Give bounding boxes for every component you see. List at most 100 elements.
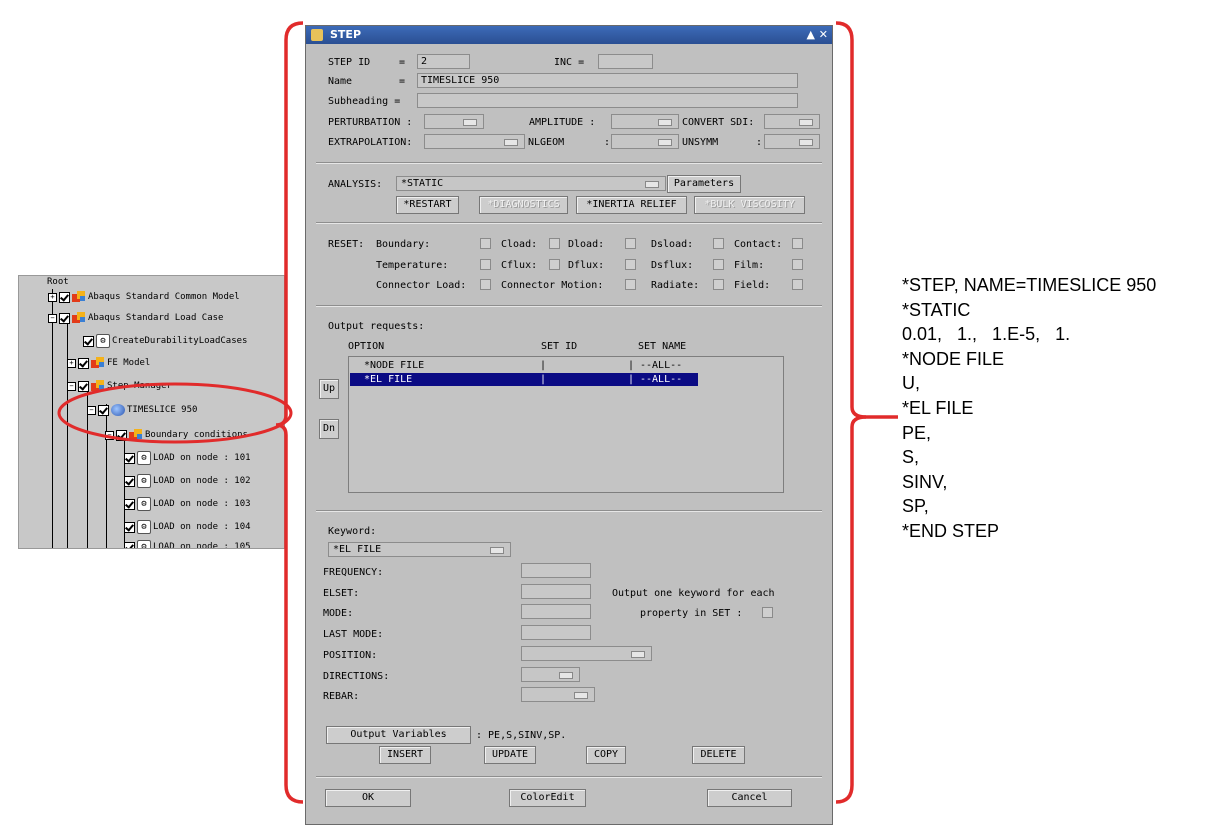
name-field[interactable]: TIMESLICE 950: [417, 73, 798, 88]
diagnostics-button[interactable]: *DIAGNOSTICS: [479, 196, 568, 214]
analysis-select[interactable]: *STATIC: [396, 176, 666, 191]
position-select[interactable]: [521, 646, 652, 661]
tree-item-load-102[interactable]: ⚙ LOAD on node : 102: [124, 473, 251, 489]
reset-film-checkbox[interactable]: [792, 259, 803, 270]
divider: [316, 305, 822, 307]
model-cube-icon: [91, 357, 105, 369]
unsymm-select[interactable]: [764, 134, 820, 149]
reset-radiate-checkbox[interactable]: [713, 279, 724, 290]
checkbox-checked-icon[interactable]: [124, 452, 135, 464]
parameters-button[interactable]: Parameters: [667, 175, 741, 193]
reset-dflux-checkbox[interactable]: [625, 259, 636, 270]
analysis-label: ANALYSIS:: [328, 179, 383, 190]
reset-dsflux-checkbox[interactable]: [713, 259, 724, 270]
move-down-button[interactable]: Dn: [319, 419, 339, 439]
title-bar[interactable]: STEP ▲ ✕: [306, 26, 832, 44]
mode-field[interactable]: [521, 604, 591, 619]
equals-sign: =: [399, 57, 406, 68]
reset-temperature-label: Temperature:: [376, 260, 449, 271]
inertia-relief-button[interactable]: *INERTIA RELIEF: [576, 196, 687, 214]
column-set-name: SET NAME: [638, 341, 687, 352]
tree-item-load-104[interactable]: ⚙ LOAD on node : 104: [124, 519, 251, 535]
perturbation-select[interactable]: [424, 114, 484, 129]
model-cube-icon: [72, 291, 86, 303]
tree-item-create-durability[interactable]: ⚙ CreateDurabilityLoadCases: [83, 333, 247, 349]
checkbox-checked-icon[interactable]: [124, 498, 135, 510]
reset-temperature-checkbox[interactable]: [480, 259, 491, 270]
reset-cflux-checkbox[interactable]: [549, 259, 560, 270]
property-in-set-checkbox[interactable]: [762, 607, 773, 618]
cancel-button[interactable]: Cancel: [707, 789, 792, 807]
table-row-selected[interactable]: *EL FILE | | --ALL--: [350, 373, 698, 386]
nlgeom-colon: :: [604, 137, 611, 148]
extrapolation-select[interactable]: [424, 134, 525, 149]
move-up-button[interactable]: Up: [319, 379, 339, 399]
restart-button[interactable]: *RESTART: [396, 196, 459, 214]
extrapolation-label: EXTRAPOLATION:: [328, 137, 413, 148]
frequency-field[interactable]: [521, 563, 591, 578]
checkbox-checked-icon[interactable]: [124, 521, 135, 533]
text-line: *END STEP: [902, 520, 1000, 541]
reset-field-checkbox[interactable]: [792, 279, 803, 290]
tree-item-fe-model[interactable]: + FE Model: [67, 355, 150, 371]
subheading-label: Subheading =: [328, 96, 401, 107]
name-label: Name: [328, 76, 353, 87]
tree-item-common-model[interactable]: + Abaqus Standard Common Model: [48, 289, 240, 305]
step-id-field[interactable]: 2: [417, 54, 470, 69]
elset-field[interactable]: [521, 584, 591, 599]
amplitude-select[interactable]: [611, 114, 679, 129]
step-dialog: STEP ▲ ✕ STEP ID = 2 INC = Name = TIMESL…: [305, 25, 833, 825]
equals-sign: =: [399, 76, 406, 87]
rebar-select[interactable]: [521, 687, 595, 702]
checkbox-checked-icon[interactable]: [124, 475, 135, 487]
reset-cflux-label: Cflux:: [501, 260, 538, 271]
tree-item-load-101[interactable]: ⚙ LOAD on node : 101: [124, 450, 251, 466]
reset-dload-checkbox[interactable]: [625, 238, 636, 249]
keyword-select[interactable]: *EL FILE: [328, 542, 511, 557]
reset-contact-checkbox[interactable]: [792, 238, 803, 249]
reset-cload-label: Cload:: [501, 239, 538, 250]
output-variables-button[interactable]: Output Variables: [326, 726, 471, 744]
amplitude-label: AMPLITUDE :: [529, 117, 596, 128]
reset-dflux-label: Dflux:: [568, 260, 605, 271]
checkbox-checked-icon[interactable]: [78, 357, 89, 369]
gear-icon: ⚙: [96, 334, 110, 348]
subheading-field[interactable]: [417, 93, 798, 108]
reset-connector-motion-checkbox[interactable]: [625, 279, 636, 290]
gear-icon: ⚙: [137, 497, 151, 511]
coloredit-button[interactable]: ColorEdit: [509, 789, 586, 807]
checkbox-checked-icon[interactable]: [59, 291, 70, 303]
text-line: U,: [902, 373, 920, 394]
divider: [316, 510, 822, 512]
reset-boundary-checkbox[interactable]: [480, 238, 491, 249]
tree-item-load-case[interactable]: − Abaqus Standard Load Case: [48, 310, 223, 326]
bulk-viscosity-button[interactable]: *BULK VISCOSITY: [694, 196, 805, 214]
ok-button[interactable]: OK: [325, 789, 411, 807]
reset-connector-load-checkbox[interactable]: [480, 279, 491, 290]
text-line: *STEP, NAME=TIMESLICE 950: [902, 275, 1157, 295]
reset-radiate-label: Radiate:: [651, 280, 700, 291]
keyword-output-text: *STEP, NAME=TIMESLICE 950 *STATIC 0.01, …: [902, 273, 1156, 544]
nlgeom-select[interactable]: [611, 134, 679, 149]
reset-cload-checkbox[interactable]: [549, 238, 560, 249]
inc-field[interactable]: [598, 54, 653, 69]
checkbox-checked-icon[interactable]: [124, 541, 135, 548]
delete-button[interactable]: DELETE: [692, 746, 745, 764]
table-row[interactable]: *NODE FILE | | --ALL--: [350, 359, 698, 372]
copy-button[interactable]: COPY: [586, 746, 626, 764]
update-button[interactable]: UPDATE: [484, 746, 536, 764]
insert-button[interactable]: INSERT: [379, 746, 431, 764]
gear-icon: ⚙: [137, 520, 151, 534]
tree-item-load-105[interactable]: ⚙ LOAD on node : 105: [124, 539, 251, 548]
convert-sdi-select[interactable]: [764, 114, 820, 129]
column-option: OPTION: [348, 341, 385, 352]
reset-dsload-checkbox[interactable]: [713, 238, 724, 249]
output-requests-list[interactable]: *NODE FILE | | --ALL-- *EL FILE | | --AL…: [348, 356, 784, 493]
directions-select[interactable]: [521, 667, 580, 682]
gear-icon: ⚙: [137, 540, 151, 548]
checkbox-checked-icon[interactable]: [83, 335, 94, 347]
last-mode-field[interactable]: [521, 625, 591, 640]
tree-item-load-103[interactable]: ⚙ LOAD on node : 103: [124, 496, 251, 512]
window-controls-icon[interactable]: ▲ ✕: [806, 28, 828, 41]
checkbox-checked-icon[interactable]: [59, 312, 70, 324]
